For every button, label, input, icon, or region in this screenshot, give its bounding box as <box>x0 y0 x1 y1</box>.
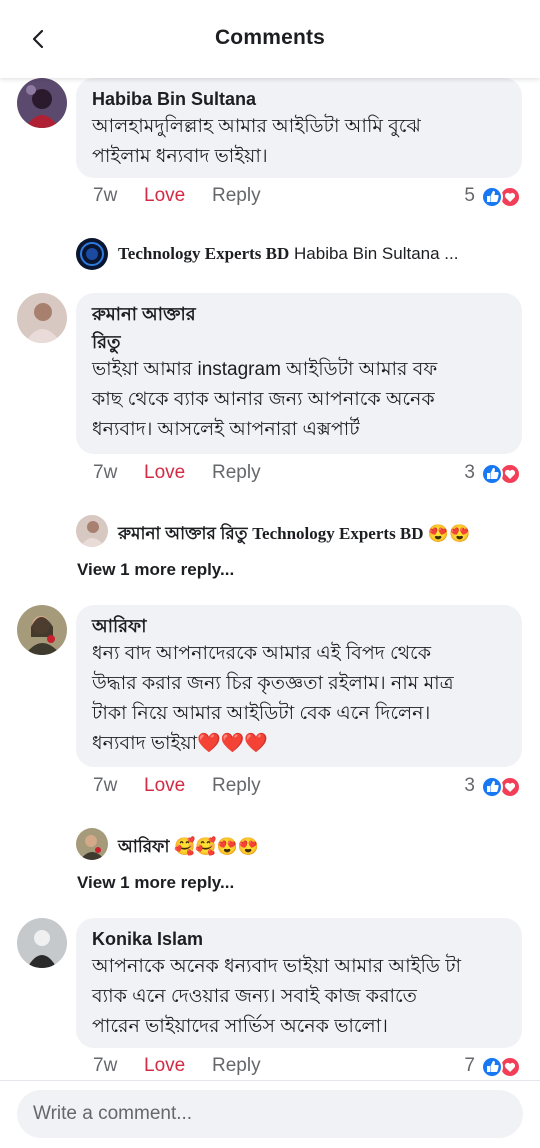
like-love-reaction-icon[interactable] <box>477 185 523 209</box>
avatar[interactable] <box>17 918 67 968</box>
reply-preview[interactable]: Technology Experts BD Habiba Bin Sultana… <box>76 238 496 272</box>
reply-button[interactable]: Reply <box>212 185 261 207</box>
comment-author[interactable]: আরিফা <box>92 615 508 637</box>
comment-time: 7w <box>93 1055 118 1076</box>
reply-author[interactable]: Technology Experts BD <box>118 244 289 263</box>
comment-actions: 7w Love Reply 7 <box>93 1055 523 1081</box>
reply-preview[interactable]: আরিফা 🥰🥰😍😍 <box>76 828 296 862</box>
comment-composer: Write a comment... <box>0 1080 540 1148</box>
comment-text: ভাইয়া আমার instagram আইডিটা আমার বফ কাছ… <box>92 359 438 440</box>
comment-actions: 7w Love Reply 3 <box>93 775 523 801</box>
reaction-count[interactable]: 7 <box>464 1055 475 1077</box>
avatar[interactable] <box>76 828 108 860</box>
comment-time: 7w <box>93 775 118 796</box>
avatar[interactable] <box>76 238 108 270</box>
reply-author[interactable]: রুমানা আক্তার রিতু <box>118 524 248 543</box>
comment-text: আলহামদুলিল্লাহ আমার আইডিটা আমি বুঝে পাইল… <box>92 116 421 167</box>
comment-bubble: আরিফা ধন্য বাদ আপনাদেরকে আমার এই বিপদ থে… <box>76 605 522 767</box>
like-love-reaction-icon[interactable] <box>477 775 523 799</box>
love-button[interactable]: Love <box>144 1055 185 1077</box>
like-love-reaction-icon[interactable] <box>477 1055 523 1079</box>
comment-time: 7w <box>93 185 118 206</box>
comment-author[interactable]: রুমানা আক্তার <box>92 303 508 325</box>
view-more-replies[interactable]: View 1 more reply... <box>77 560 234 580</box>
love-button[interactable]: Love <box>144 775 185 797</box>
comment-author-line2[interactable]: রিতু <box>92 331 508 353</box>
reply-preview[interactable]: রুমানা আক্তার রিতু Technology Experts BD… <box>76 515 516 549</box>
comment-time: 7w <box>93 462 118 483</box>
comment-bubble: Habiba Bin Sultana আলহামদুলিল্লাহ আমার আ… <box>76 78 522 178</box>
reaction-count[interactable]: 5 <box>464 185 475 207</box>
avatar[interactable] <box>76 515 108 547</box>
top-bar: Comments <box>0 0 540 78</box>
reaction-count[interactable]: 3 <box>464 462 475 484</box>
reply-mention: Technology Experts BD 😍😍 <box>252 524 471 543</box>
comment-bubble: Konika Islam আপনাকে অনেক ধন্যবাদ ভাইয়া … <box>76 918 522 1048</box>
comment-actions: 7w Love Reply 5 <box>93 185 523 211</box>
avatar[interactable] <box>17 78 67 128</box>
reply-button[interactable]: Reply <box>212 775 261 797</box>
comment-text: ধন্য বাদ আপনাদেরকে আমার এই বিপদ থেকে উদ্… <box>92 643 454 754</box>
avatar[interactable] <box>17 293 67 343</box>
like-love-reaction-icon[interactable] <box>477 462 523 486</box>
avatar[interactable] <box>17 605 67 655</box>
reply-button[interactable]: Reply <box>212 462 261 484</box>
comment-author[interactable]: Konika Islam <box>92 928 508 950</box>
reply-mention: 🥰🥰😍😍 <box>174 837 259 856</box>
reply-author[interactable]: আরিফা <box>118 837 169 856</box>
love-button[interactable]: Love <box>144 462 185 484</box>
comment-bubble: রুমানা আক্তার রিতু ভাইয়া আমার instagram… <box>76 293 522 454</box>
view-more-replies[interactable]: View 1 more reply... <box>77 873 234 893</box>
reply-button[interactable]: Reply <box>212 1055 261 1077</box>
comment-text: আপনাকে অনেক ধন্যবাদ ভাইয়া আমার আইডি টা … <box>92 956 462 1037</box>
comment-input[interactable]: Write a comment... <box>17 1090 523 1138</box>
page-title: Comments <box>214 26 326 49</box>
reply-mention: Habiba Bin Sultana ... <box>294 244 459 263</box>
love-button[interactable]: Love <box>144 185 185 207</box>
comment-actions: 7w Love Reply 3 <box>93 462 523 488</box>
comment-author[interactable]: Habiba Bin Sultana <box>92 88 508 110</box>
reaction-count[interactable]: 3 <box>464 775 475 797</box>
